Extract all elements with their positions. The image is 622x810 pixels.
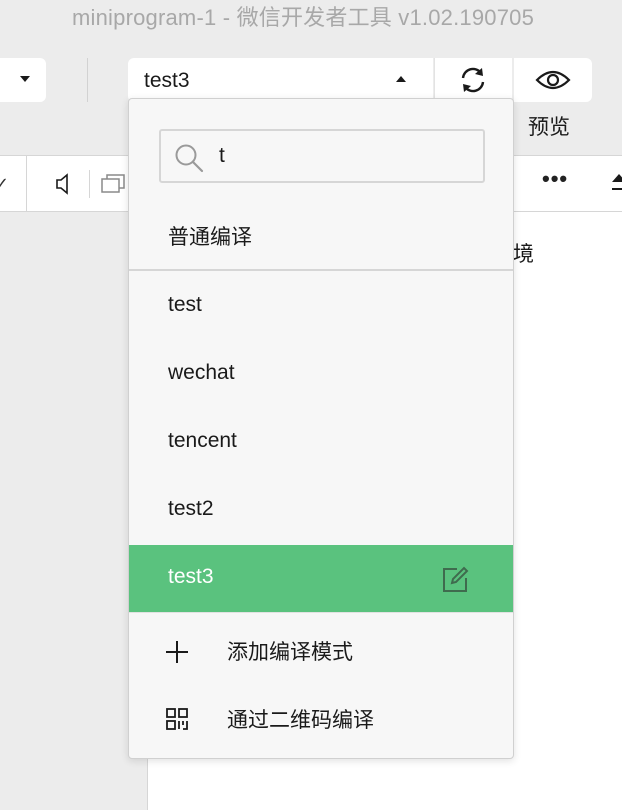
mode-item-label: test3 <box>168 565 214 588</box>
mode-item-label: tencent <box>168 429 237 452</box>
subbar-divider-2 <box>89 170 90 198</box>
mode-search-input[interactable] <box>219 141 469 171</box>
qrcode-compile-label: 通过二维码编译 <box>227 709 374 732</box>
mode-item-label: test2 <box>168 497 214 520</box>
caret-down-icon <box>20 76 30 82</box>
subbar-divider <box>26 156 27 212</box>
compile-refresh-button[interactable] <box>434 58 512 102</box>
add-compile-mode-button[interactable]: 添加编译模式 <box>129 617 513 685</box>
simulator-panel <box>0 212 148 810</box>
compile-mode-select[interactable]: test3 <box>128 58 433 102</box>
add-compile-mode-label: 添加编译模式 <box>227 641 353 664</box>
eye-icon <box>535 70 571 90</box>
mode-item-test[interactable]: test <box>129 273 513 341</box>
compile-mode-dropdown: 普通编译 test wechat tencent test2 test3 <box>128 98 514 759</box>
edit-icon[interactable] <box>441 566 469 594</box>
preview-button[interactable] <box>514 58 592 102</box>
refresh-icon <box>461 67 485 93</box>
mode-item-label: test <box>168 293 202 316</box>
mode-item-tencent[interactable]: tencent <box>129 409 513 477</box>
rotate-icon[interactable] <box>100 173 126 195</box>
dropdown-divider <box>129 612 513 613</box>
normal-compile-option[interactable]: 普通编译 <box>129 203 513 271</box>
mode-item-label: wechat <box>168 361 235 384</box>
qrcode-icon <box>166 708 188 730</box>
more-icon[interactable]: ••• <box>542 166 568 192</box>
compile-mode-value: test3 <box>144 69 190 92</box>
preview-label[interactable]: 预览 <box>528 111 570 141</box>
caret-up-icon <box>396 76 406 82</box>
simulator-select[interactable] <box>0 58 46 102</box>
window-title: miniprogram-1 - 微信开发者工具 v1.02.190705 <box>72 5 535 30</box>
partial-text: 境 <box>513 243 534 266</box>
toolbar-divider <box>87 58 88 102</box>
search-icon <box>175 144 204 173</box>
mode-item-wechat[interactable]: wechat <box>129 341 513 409</box>
mode-search-box <box>159 129 485 183</box>
mode-item-test3[interactable]: test3 <box>129 545 513 613</box>
chevron-icon[interactable]: ✓ <box>0 174 9 195</box>
devtools-window: miniprogram-1 - 微信开发者工具 v1.02.190705 tes… <box>0 0 622 810</box>
upload-icon[interactable] <box>612 170 622 194</box>
speaker-icon[interactable] <box>54 172 72 196</box>
mode-item-test2[interactable]: test2 <box>129 477 513 545</box>
normal-compile-label: 普通编译 <box>168 226 252 249</box>
title-bar: miniprogram-1 - 微信开发者工具 v1.02.190705 <box>0 0 622 30</box>
qrcode-compile-button[interactable]: 通过二维码编译 <box>129 685 513 753</box>
plus-icon <box>166 641 188 663</box>
